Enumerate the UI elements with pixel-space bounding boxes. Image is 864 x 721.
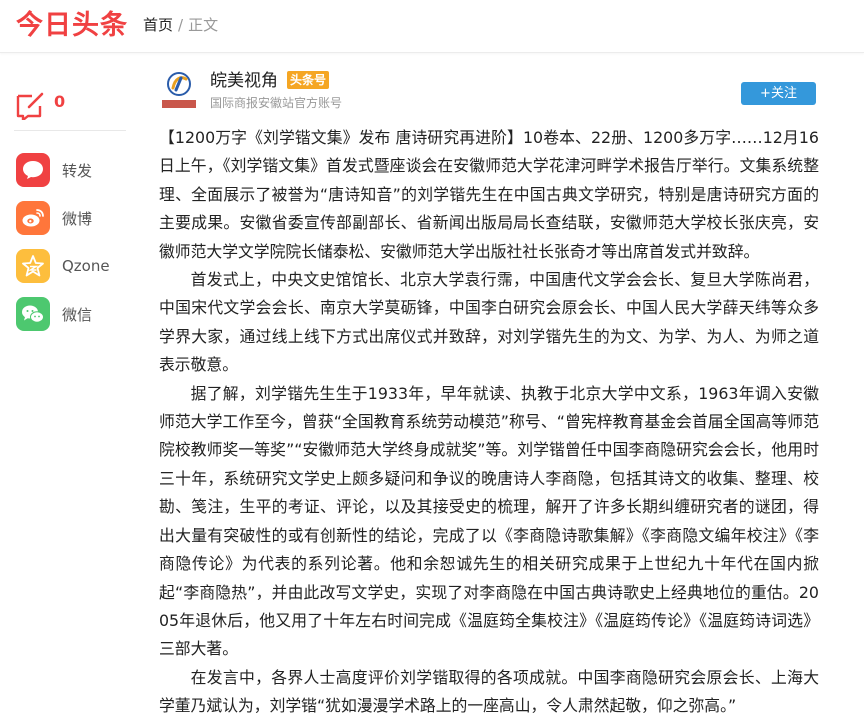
article-paragraph: 首发式上，中央文史馆馆长、北京大学袁行霈，中国唐代文学会会长、复旦大学陈尚君，中…	[159, 270, 819, 375]
article-paragraph: 【1200万字《刘学锴文集》发布 唐诗研究再进阶】10卷本、22册、1200多万…	[159, 128, 819, 261]
share-sidebar: 0 转发 微博 Qzone 微信	[14, 80, 126, 338]
author-avatar[interactable]	[159, 70, 199, 112]
top-navigation-bar: 今日头条 首页 / 正文	[0, 0, 864, 53]
article-paragraph: 据了解，刘学锴先生生于1933年，早年就读、执教于北京大学中文系，1963年调入…	[159, 383, 819, 659]
share-label-qzone: Qzone	[62, 257, 110, 275]
share-weibo[interactable]: 微博	[14, 194, 126, 242]
share-repost[interactable]: 转发	[14, 146, 126, 194]
author-info: 皖美视角 头条号 国际商报安徽站官方账号 +关注	[159, 70, 819, 116]
follow-button[interactable]: +关注	[741, 82, 816, 105]
breadcrumb-current: 正文	[188, 16, 219, 34]
share-qzone[interactable]: Qzone	[14, 242, 126, 290]
comment-button[interactable]: 0	[14, 80, 126, 131]
breadcrumb: 首页 / 正文	[143, 15, 218, 35]
qzone-icon	[16, 249, 50, 283]
share-label-weibo: 微博	[62, 209, 93, 228]
comment-count: 0	[54, 92, 66, 111]
comment-icon	[16, 92, 44, 120]
share-wechat[interactable]: 微信	[14, 290, 126, 338]
toutiao-logo[interactable]: 今日头条	[16, 9, 128, 43]
share-list: 转发 微博 Qzone 微信	[14, 146, 126, 338]
article-body: 【1200万字《刘学锴文集》发布 唐诗研究再进阶】10卷本、22册、1200多万…	[159, 124, 819, 721]
repost-icon	[16, 153, 50, 187]
toutiao-account-badge: 头条号	[287, 71, 330, 89]
breadcrumb-home-link[interactable]: 首页	[143, 16, 173, 34]
share-label-repost: 转发	[62, 161, 93, 180]
wechat-icon	[16, 297, 50, 331]
author-name[interactable]: 皖美视角	[210, 70, 278, 92]
breadcrumb-separator: /	[178, 16, 184, 34]
article-paragraph: 在发言中，各界人士高度评价刘学锴取得的各项成就。中国李商隐研究会原会长、上海大学…	[159, 667, 819, 716]
share-label-wechat: 微信	[62, 305, 93, 324]
author-description: 国际商报安徽站官方账号	[210, 96, 343, 110]
weibo-icon	[16, 201, 50, 235]
